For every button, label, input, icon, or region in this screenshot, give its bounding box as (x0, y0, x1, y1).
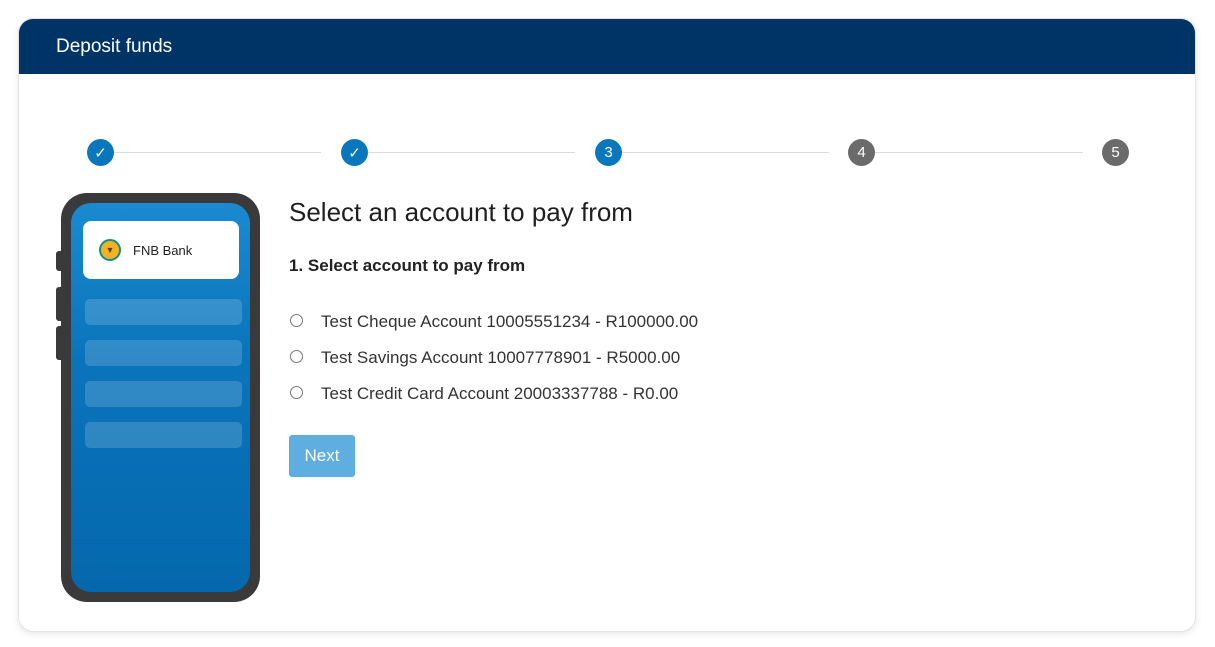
account-option-label: Test Credit Card Account 20003337788 - R… (321, 384, 679, 403)
phone-side-button (56, 251, 62, 271)
phone-side-button (56, 287, 62, 321)
step-connector (863, 152, 1083, 153)
placeholder-row (85, 381, 242, 407)
step-connector (101, 152, 321, 153)
field-label: 1. Select account to pay from (289, 256, 526, 275)
step-connector (355, 152, 575, 153)
fnb-logo-icon: ▼ (99, 239, 121, 261)
account-option-label: Test Savings Account 10007778901 - R5000… (321, 348, 681, 367)
placeholder-row (85, 340, 242, 366)
account-option-credit-card[interactable]: Test Credit Card Account 20003337788 - R… (289, 384, 678, 404)
next-button[interactable]: Next (289, 435, 355, 477)
step-3-current: 3 (595, 139, 622, 166)
account-option-cheque[interactable]: Test Cheque Account 10005551234 - R10000… (289, 312, 698, 332)
bank-card: ▼ FNB Bank (83, 221, 239, 279)
step-4-pending: 4 (848, 139, 875, 166)
account-option-label: Test Cheque Account 10005551234 - R10000… (321, 312, 699, 331)
placeholder-row (85, 299, 242, 325)
phone-illustration: ▼ FNB Bank (56, 193, 260, 602)
radio-button[interactable] (290, 313, 303, 327)
step-1-complete-icon: ✓ (87, 139, 114, 166)
header-bar: Deposit funds (19, 19, 1195, 74)
account-option-savings[interactable]: Test Savings Account 10007778901 - R5000… (289, 348, 680, 368)
step-5-pending: 5 (1102, 139, 1129, 166)
page-title: Deposit funds (56, 35, 173, 57)
phone-screen: ▼ FNB Bank (71, 203, 250, 592)
radio-button[interactable] (290, 385, 303, 399)
main-content: Select an account to pay from 1. Select … (289, 197, 698, 477)
placeholder-row (85, 422, 242, 448)
phone-side-button (56, 326, 62, 360)
bank-name: FNB Bank (133, 242, 193, 258)
step-connector (609, 152, 829, 153)
radio-button[interactable] (290, 349, 303, 363)
section-title: Select an account to pay from (289, 197, 633, 227)
step-2-complete-icon: ✓ (341, 139, 368, 166)
progress-stepper: ✓ ✓ 3 4 5 (67, 139, 1129, 167)
